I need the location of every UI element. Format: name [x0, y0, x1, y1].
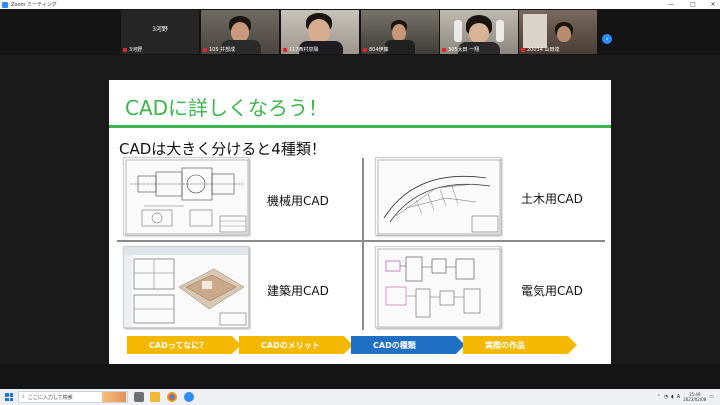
electrical-cad-label: 電気用CAD [521, 284, 583, 298]
participant-display-name: 3河野 [152, 26, 168, 33]
participant-name: 105 井部成 [209, 47, 236, 53]
slide-title-text: CADに詳しくなろう！ [125, 95, 329, 120]
participant-name: 3河野 [129, 47, 143, 53]
title-bar: Zoom ミーティング — □ ✕ [0, 0, 720, 9]
windows-start-icon[interactable] [5, 393, 13, 401]
zoom-taskbar-icon[interactable] [184, 392, 194, 402]
chrome-icon[interactable] [167, 392, 177, 402]
participant-tile[interactable]: 305太田 一翔 [440, 10, 518, 54]
participant-name: 117西村泉陽 [289, 47, 319, 53]
architecture-cad-image [123, 246, 249, 328]
participant-tile[interactable]: 804伊藤 [361, 10, 439, 54]
search-placeholder: ここに入力して検索 [27, 394, 73, 401]
participant-tile[interactable]: 20034 山田達 [519, 10, 597, 54]
civil-cad-image [375, 157, 501, 235]
clock-date: 2023/02/08 [683, 397, 707, 402]
mechanical-cad-image [123, 157, 249, 235]
zoom-window: Zoom ミーティング — □ ✕ 3河野 3河野 105 井部成 117西村泉… [0, 0, 720, 405]
mic-muted-icon [442, 47, 446, 52]
ime-indicator[interactable]: A [677, 394, 680, 400]
file-explorer-icon[interactable] [150, 392, 160, 402]
volume-icon[interactable]: ◖ [671, 394, 674, 400]
search-icon: ⌕ [22, 394, 25, 400]
quadrant-divider-vertical [362, 158, 364, 330]
architecture-cad-label: 建築用CAD [267, 284, 329, 298]
title-underline [109, 125, 611, 128]
mic-muted-icon [203, 47, 207, 52]
taskbar: ⌕ ここに入力して検索 ⌃ ◔ ◖ A 15:49 2023/02/08 ▭ [0, 389, 720, 405]
mechanical-cad-label: 機械用CAD [267, 194, 329, 208]
search-highlight-icon[interactable] [102, 392, 126, 402]
window-title: Zoom ミーティング [11, 2, 57, 8]
crumb-actual-works: 実際の作品 [463, 336, 577, 354]
mic-muted-icon [521, 47, 525, 52]
close-button[interactable]: ✕ [706, 0, 720, 9]
meeting-controls-area [0, 364, 720, 389]
minimize-button[interactable]: — [664, 0, 678, 9]
slide-subtitle: CADは大きく分けると4種類！ [119, 140, 326, 158]
mic-muted-icon [363, 47, 367, 52]
participant-name: 20034 山田達 [527, 47, 560, 53]
participant-name: 305太田 一翔 [448, 47, 480, 53]
zoom-app-icon [2, 1, 8, 8]
tray-chevron-icon[interactable]: ⌃ [657, 394, 661, 400]
system-tray: ⌃ ◔ ◖ A 15:49 2023/02/08 ▭ [657, 391, 714, 403]
shared-slide: CADに詳しくなろう！ CADは大きく分けると4種類！ 機械用CAD 土木用CA… [109, 80, 611, 364]
participant-tile[interactable]: 117西村泉陽 [281, 10, 359, 54]
participant-name: 804伊藤 [369, 47, 389, 53]
participant-strip: 3河野 3河野 105 井部成 117西村泉陽 804伊藤 305太田 一翔 2… [0, 9, 720, 55]
notification-icon[interactable]: ▭ [709, 394, 714, 400]
next-page-button[interactable]: › [602, 34, 612, 44]
maximize-button[interactable]: □ [686, 0, 700, 9]
clock[interactable]: 15:49 2023/02/08 [683, 392, 706, 402]
civil-cad-label: 土木用CAD [521, 192, 583, 206]
quadrant-divider-horizontal [117, 240, 605, 242]
wifi-icon[interactable]: ◔ [664, 394, 668, 400]
task-view-icon[interactable] [134, 392, 144, 402]
crumb-what-is-cad: CADってなに？ [127, 336, 241, 354]
crumb-cad-merits: CADのメリット [239, 336, 353, 354]
mic-muted-icon [283, 47, 287, 52]
slide-title: CADに詳しくなろう！ [109, 84, 611, 128]
participant-tile[interactable]: 105 井部成 [201, 10, 279, 54]
crumb-cad-types: CADの種類 [351, 336, 465, 354]
participant-tile[interactable]: 3河野 3河野 [121, 10, 199, 54]
mic-muted-icon [123, 47, 127, 52]
electrical-cad-image [375, 246, 501, 328]
